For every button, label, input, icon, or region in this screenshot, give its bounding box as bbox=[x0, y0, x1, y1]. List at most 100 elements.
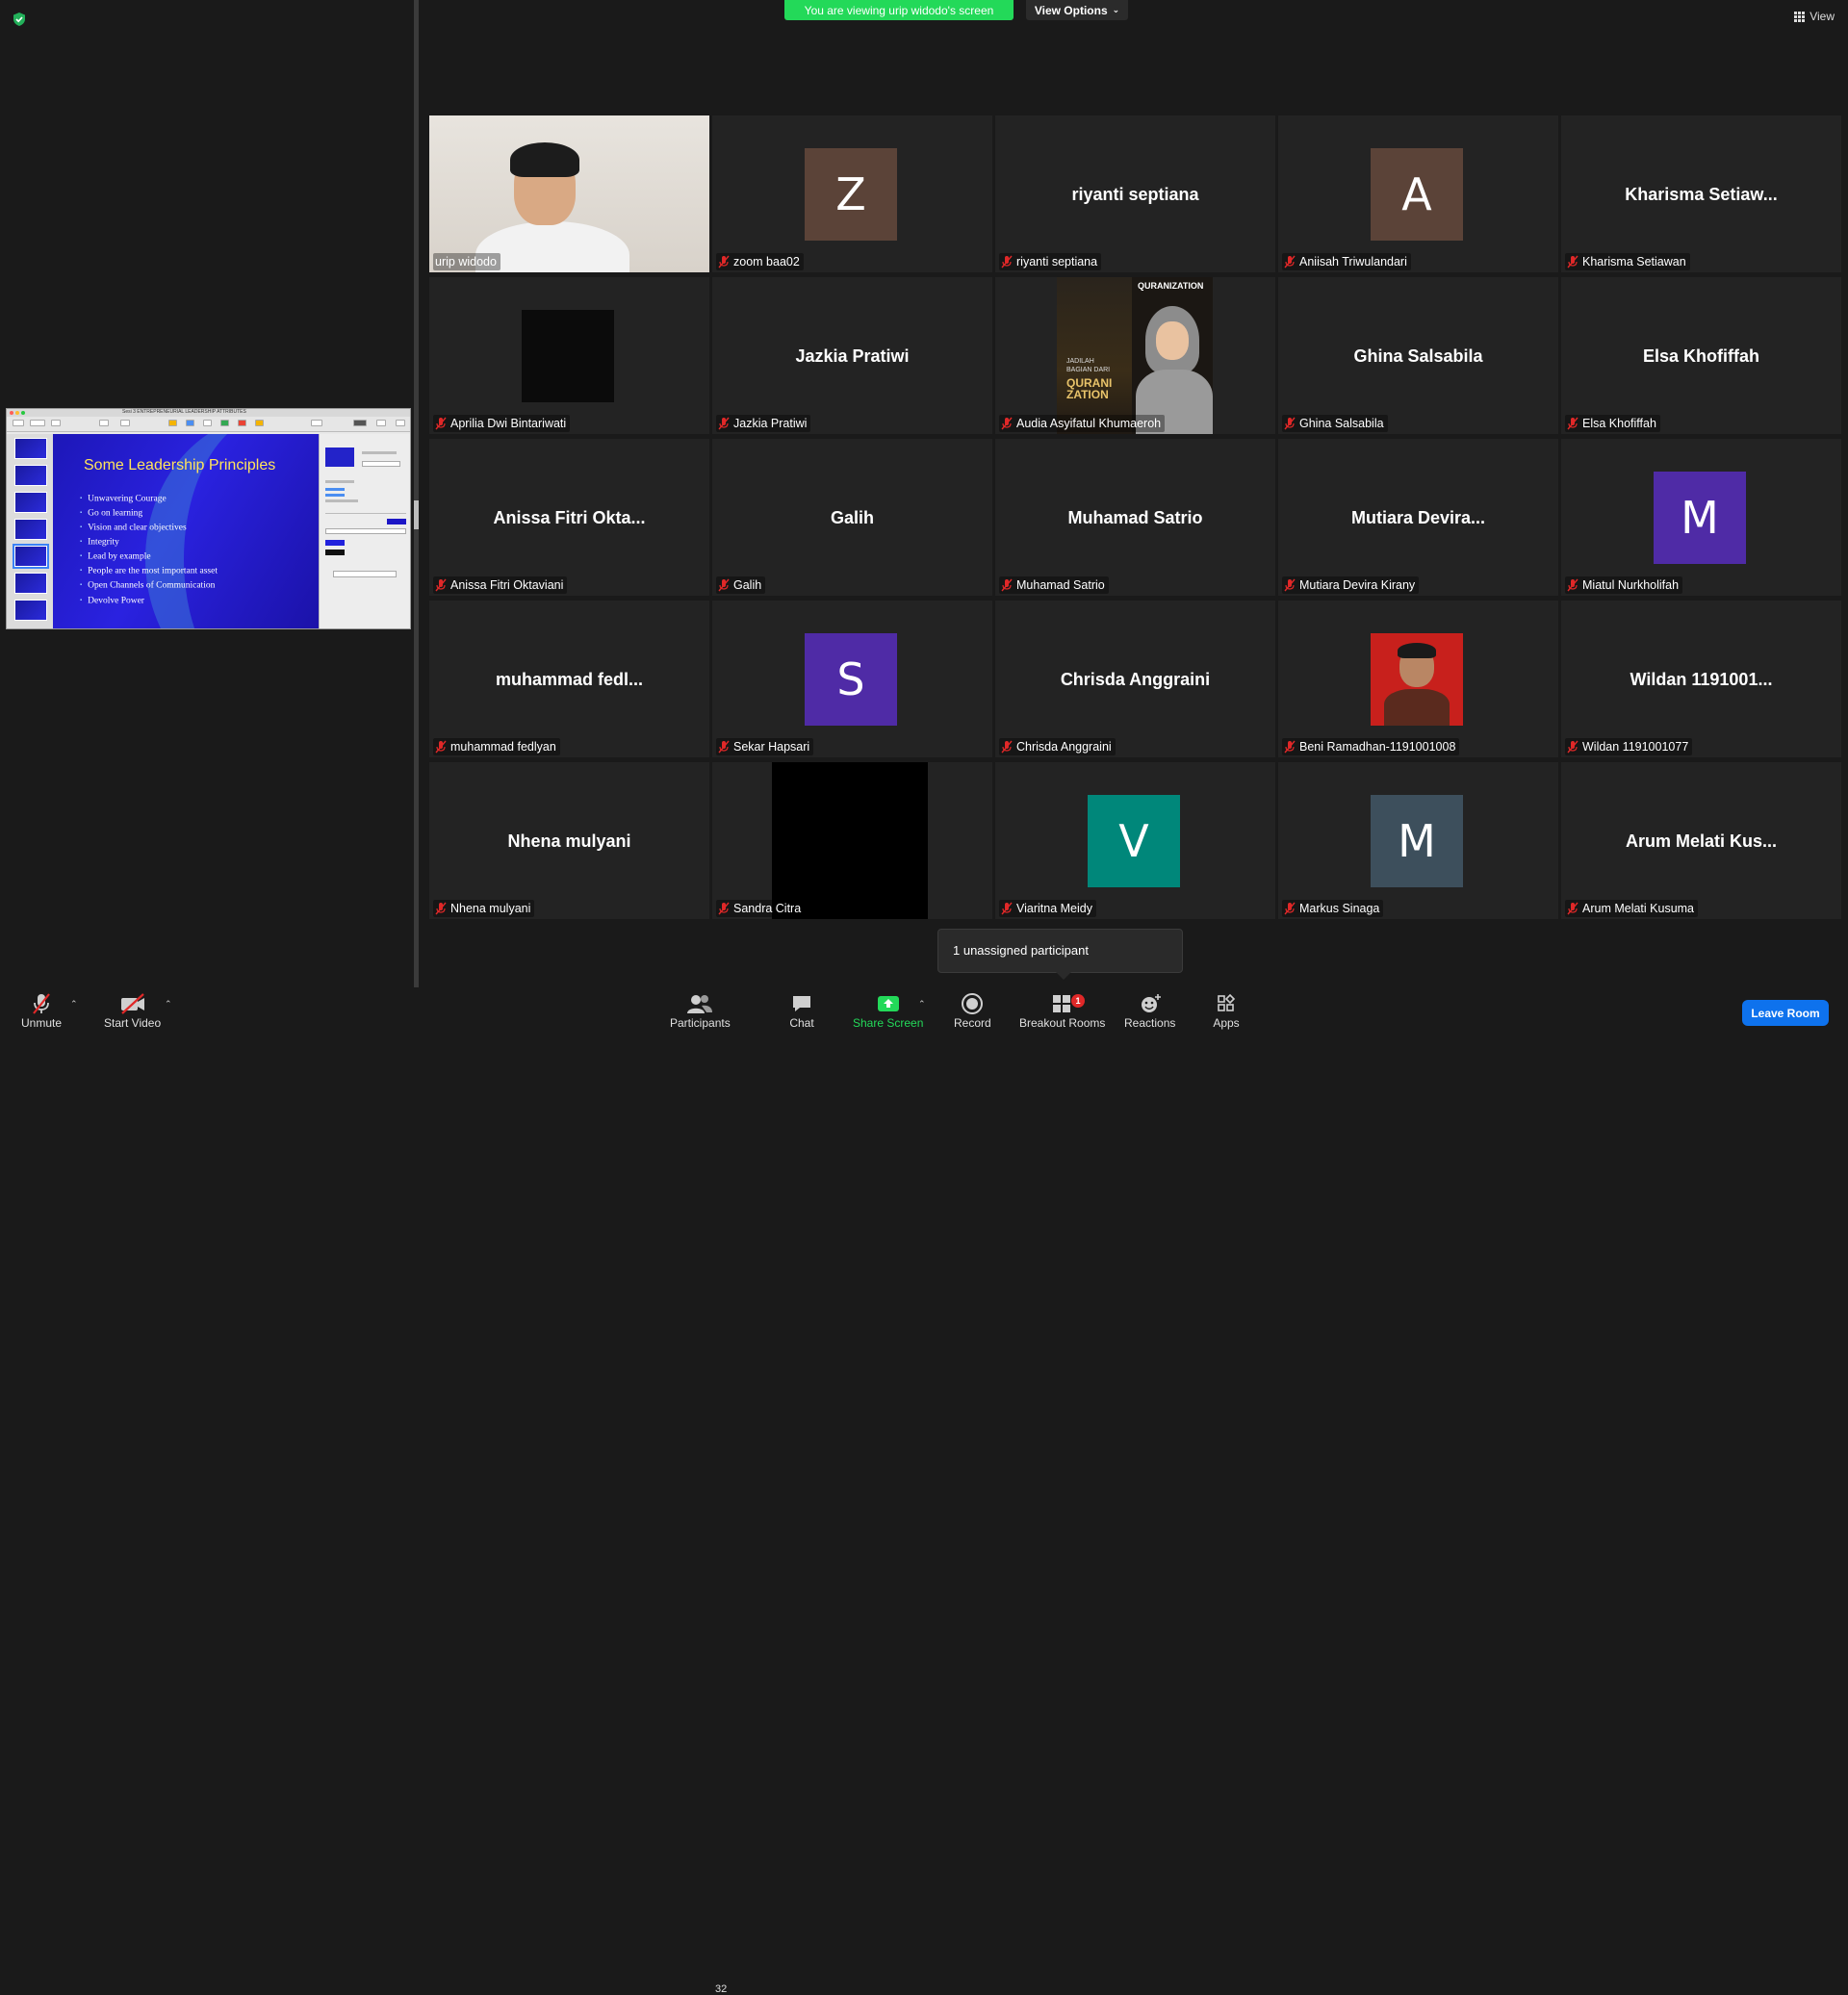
view-button[interactable]: View bbox=[1794, 10, 1835, 23]
participant-tile[interactable]: Ghina Salsabila Ghina Salsabila bbox=[1278, 277, 1558, 434]
participant-tile[interactable]: Beni Ramadhan-1191001008 bbox=[1278, 601, 1558, 757]
toolbar-control bbox=[311, 420, 322, 426]
participant-tile[interactable]: Anissa Fitri Okta... Anissa Fitri Oktavia… bbox=[429, 439, 709, 596]
video-options-caret-icon[interactable]: ⌃ bbox=[165, 999, 174, 1009]
slide-thumbnail bbox=[14, 519, 47, 540]
participant-tile[interactable]: Wildan 1191001... Wildan 1191001077 bbox=[1561, 601, 1841, 757]
toolbar-control bbox=[255, 420, 264, 426]
participant-tile[interactable]: M Markus Sinaga bbox=[1278, 762, 1558, 919]
participant-display-name: Elsa Khofiffah bbox=[1642, 346, 1759, 366]
participant-name-text: Arum Melati Kusuma bbox=[1582, 902, 1695, 915]
participant-name-text: Aniisah Triwulandari bbox=[1299, 255, 1407, 269]
toolbar-control bbox=[168, 420, 177, 426]
muted-microphone-icon bbox=[718, 578, 730, 592]
participant-name-text: Muhamad Satrio bbox=[1016, 578, 1105, 592]
participant-tile[interactable]: S Sekar Hapsari bbox=[712, 601, 992, 757]
slide-bullet: Lead by example bbox=[80, 550, 218, 564]
keynote-toolbar bbox=[7, 417, 410, 432]
share-options-caret-icon[interactable]: ⌃ bbox=[918, 999, 928, 1009]
chat-button[interactable]: Chat bbox=[788, 991, 815, 1030]
participant-tile[interactable]: riyanti septiana riyanti septiana bbox=[995, 115, 1275, 272]
chat-label: Chat bbox=[789, 1016, 814, 1030]
participant-display-name: Jazkia Pratiwi bbox=[795, 346, 910, 366]
apps-button[interactable]: Apps bbox=[1213, 991, 1240, 1030]
participant-name-text: Anissa Fitri Oktaviani bbox=[450, 578, 564, 592]
participant-tile[interactable]: V Viaritna Meidy bbox=[995, 762, 1275, 919]
participant-name-text: Viaritna Meidy bbox=[1016, 902, 1092, 915]
participant-avatar: M bbox=[1371, 795, 1463, 887]
participant-tile[interactable]: Arum Melati Kus... Arum Melati Kusuma bbox=[1561, 762, 1841, 919]
muted-microphone-icon bbox=[1567, 417, 1578, 430]
participant-avatar: V bbox=[1088, 795, 1180, 887]
muted-microphone-icon bbox=[1284, 578, 1296, 592]
participant-tile[interactable]: Mutiara Devira... Mutiara Devira Kirany bbox=[1278, 439, 1558, 596]
current-slide: Some Leadership Principles Unwavering Co… bbox=[53, 434, 319, 628]
participant-tile[interactable]: Muhamad Satrio Muhamad Satrio bbox=[995, 439, 1275, 596]
inspector-line bbox=[325, 550, 345, 555]
participant-tile[interactable]: Elsa Khofiffah Elsa Khofiffah bbox=[1561, 277, 1841, 434]
slide-bullet: Vision and clear objectives bbox=[80, 521, 218, 535]
inspector-line bbox=[325, 494, 345, 497]
shared-keynote-window: Sesi 3 ENTREPRENEURIAL LEADERSHIP ATTRIB… bbox=[6, 408, 411, 629]
muted-microphone-icon bbox=[1284, 902, 1296, 915]
participant-tile[interactable]: A Aniisah Triwulandari bbox=[1278, 115, 1558, 272]
participant-name-text: Markus Sinaga bbox=[1299, 902, 1380, 915]
participant-tile[interactable]: QURANIZATION JADILAH BAGIAN DARI QURANI ZAT… bbox=[995, 277, 1275, 434]
participant-name-text: Galih bbox=[733, 578, 762, 592]
slide-title: Some Leadership Principles bbox=[84, 457, 276, 473]
participant-name-label: riyanti septiana bbox=[999, 253, 1102, 270]
participant-name-text: Beni Ramadhan-1191001008 bbox=[1299, 740, 1456, 754]
slide-thumbnail bbox=[14, 438, 47, 459]
participant-name-text: muhammad fedlyan bbox=[450, 740, 556, 754]
participants-label: Participants bbox=[670, 1016, 731, 1030]
toolbar-control bbox=[30, 420, 45, 426]
participant-tile[interactable]: urip widodo bbox=[429, 115, 709, 272]
participants-icon bbox=[686, 991, 713, 1016]
split-divider[interactable] bbox=[414, 0, 419, 987]
toolbar-control bbox=[238, 420, 246, 426]
participant-name-label: Kharisma Setiawan bbox=[1565, 253, 1690, 270]
participant-name-label: zoom baa02 bbox=[716, 253, 804, 270]
muted-microphone-icon bbox=[1567, 578, 1578, 592]
toolbar-control bbox=[120, 420, 130, 426]
record-icon bbox=[959, 991, 986, 1016]
leave-room-button[interactable]: Leave Room bbox=[1742, 1000, 1829, 1026]
toolbar-control bbox=[376, 420, 386, 426]
inspector-line bbox=[325, 540, 345, 546]
record-label: Record bbox=[954, 1016, 991, 1030]
reactions-button[interactable]: Reactions bbox=[1124, 991, 1175, 1030]
audio-options-caret-icon[interactable]: ⌃ bbox=[70, 999, 80, 1009]
participants-button[interactable]: Participants bbox=[670, 991, 731, 1030]
participant-tile[interactable]: Jazkia Pratiwi Jazkia Pratiwi bbox=[712, 277, 992, 434]
participant-name-label: Aprilia Dwi Bintariwati bbox=[433, 415, 571, 432]
participant-tile[interactable]: Aprilia Dwi Bintariwati bbox=[429, 277, 709, 434]
record-button[interactable]: Record bbox=[954, 991, 991, 1030]
participants-count: 32 bbox=[715, 1983, 728, 1995]
participant-name-label: Muhamad Satrio bbox=[999, 576, 1109, 594]
breakout-rooms-button[interactable]: Breakout Rooms bbox=[1019, 991, 1105, 1030]
participant-tile[interactable]: Chrisda Anggraini Chrisda Anggraini bbox=[995, 601, 1275, 757]
start-video-button[interactable]: Start Video bbox=[104, 991, 161, 1030]
split-divider-handle[interactable] bbox=[414, 500, 419, 529]
participant-name-text: Sekar Hapsari bbox=[733, 740, 810, 754]
participant-name-text: zoom baa02 bbox=[733, 255, 800, 269]
participant-name-text: Jazkia Pratiwi bbox=[733, 417, 808, 430]
participant-tile[interactable]: Nhena mulyani Nhena mulyani bbox=[429, 762, 709, 919]
security-shield-icon[interactable] bbox=[12, 12, 27, 27]
view-options-button[interactable]: View Options ⌄ bbox=[1026, 0, 1128, 20]
participant-name-text: Audia Asyifatul Khumaeroh bbox=[1016, 417, 1162, 430]
participant-name-label: Chrisda Anggraini bbox=[999, 738, 1116, 755]
participant-name-text: Miatul Nurkholifah bbox=[1582, 578, 1680, 592]
window-title: Sesi 3 ENTREPRENEURIAL LEADERSHIP ATTRIB… bbox=[122, 409, 246, 415]
participant-tile[interactable]: Zzoom baa02 bbox=[712, 115, 992, 272]
participant-tile[interactable]: Sandra Citra bbox=[712, 762, 992, 919]
participant-tile[interactable]: Galih Galih bbox=[712, 439, 992, 596]
participant-tile[interactable]: Kharisma Setiaw... Kharisma Setiawan bbox=[1561, 115, 1841, 272]
participant-tile[interactable]: M Miatul Nurkholifah bbox=[1561, 439, 1841, 596]
participant-tile[interactable]: muhammad fedl... muhammad fedlyan bbox=[429, 601, 709, 757]
muted-microphone-icon bbox=[718, 740, 730, 754]
inspector-line bbox=[325, 480, 354, 483]
participant-name-label: Miatul Nurkholifah bbox=[1565, 576, 1683, 594]
unmute-button[interactable]: Unmute bbox=[21, 991, 62, 1030]
share-screen-button[interactable]: Share Screen bbox=[853, 991, 923, 1030]
